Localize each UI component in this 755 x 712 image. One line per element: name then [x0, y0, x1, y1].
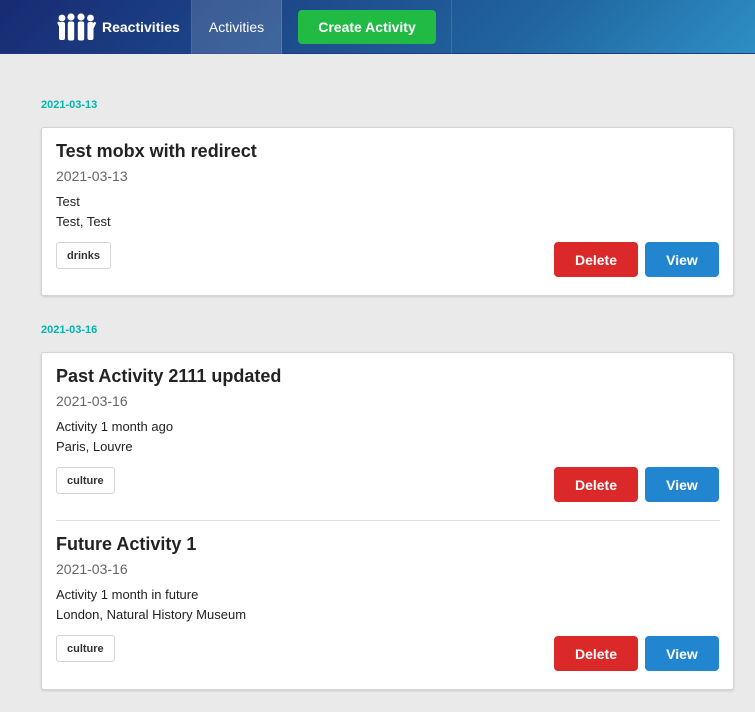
view-button[interactable]: View: [645, 636, 719, 671]
brand-name: Reactivities: [102, 19, 180, 35]
activity-date: 2021-03-16: [56, 561, 128, 577]
activity-date: 2021-03-13: [56, 168, 128, 184]
activity-description: Activity 1 month in future: [56, 587, 199, 602]
item-divider: [56, 520, 720, 521]
view-button[interactable]: View: [645, 242, 719, 277]
activity-item: Past Activity 2111 updated 2021-03-16 Ac…: [56, 353, 720, 521]
users-group-icon: [57, 13, 97, 41]
group-date-header: 2021-03-13: [41, 99, 98, 111]
delete-button[interactable]: Delete: [554, 242, 638, 277]
delete-button[interactable]: Delete: [554, 636, 638, 671]
activity-group-card: Past Activity 2111 updated 2021-03-16 Ac…: [41, 352, 734, 690]
nav-create-item: Create Activity: [282, 0, 452, 54]
activity-venue: London, Natural History Museum: [56, 607, 247, 622]
delete-button[interactable]: Delete: [554, 467, 638, 502]
activity-title[interactable]: Test mobx with redirect: [56, 141, 257, 162]
activity-date: 2021-03-16: [56, 393, 128, 409]
nav-brand[interactable]: Reactivities: [43, 0, 191, 54]
activity-title[interactable]: Future Activity 1: [56, 534, 196, 555]
create-activity-button[interactable]: Create Activity: [298, 10, 436, 44]
nav-activities-link[interactable]: Activities: [191, 0, 282, 54]
activity-title[interactable]: Past Activity 2111 updated: [56, 366, 281, 387]
activity-venue: Paris, Louvre: [56, 439, 133, 454]
activity-category-tag: drinks: [56, 242, 112, 269]
activity-item: Future Activity 1 2021-03-16 Activity 1 …: [56, 522, 720, 691]
navbar: Reactivities Activities Create Activity: [0, 0, 755, 54]
activity-category-tag: culture: [56, 467, 115, 494]
activity-group-card: Test mobx with redirect 2021-03-13 Test …: [41, 127, 734, 296]
activity-venue: Test, Test: [56, 214, 111, 229]
view-button[interactable]: View: [645, 467, 719, 502]
activity-category-tag: culture: [56, 635, 115, 662]
activity-description: Test: [56, 194, 80, 209]
activity-item: Test mobx with redirect 2021-03-13 Test …: [56, 128, 720, 297]
group-date-header: 2021-03-16: [41, 324, 98, 336]
activity-description: Activity 1 month ago: [56, 419, 174, 434]
